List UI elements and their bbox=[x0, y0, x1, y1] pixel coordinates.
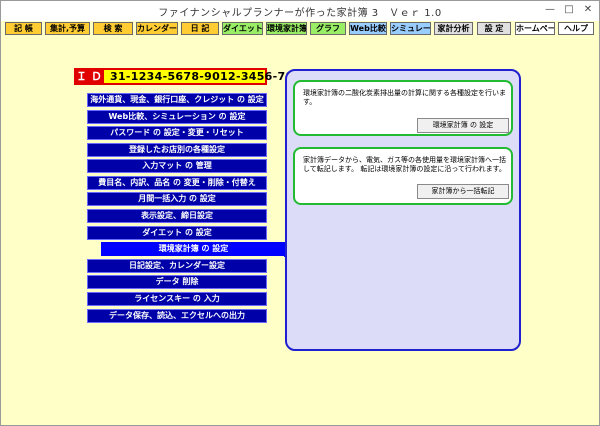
app-window: ファイナンシャルプランナーが作った家計簿 3 Ｖｅｒ 1.0 — □ ✕ 記 帳… bbox=[0, 0, 600, 426]
menu-item-currency-accounts[interactable]: 海外通貨、現金、銀行口座、クレジット の 設定 bbox=[87, 93, 267, 107]
menu-item-eco-budget[interactable]: 環境家計簿 の 設定 bbox=[101, 242, 286, 256]
tab-settings[interactable]: 設 定 bbox=[477, 22, 511, 35]
tab-search[interactable]: 検 索 bbox=[93, 22, 133, 35]
tab-summary-budget[interactable]: 集計,予算 bbox=[45, 22, 90, 35]
maximize-icon[interactable]: □ bbox=[562, 5, 576, 15]
tab-simulation[interactable]: シミュレーション bbox=[390, 22, 431, 35]
eco-settings-card: 環境家計簿の二酸化炭素排出量の計算に関する各種設定を行います。 環境家計簿 の … bbox=[293, 80, 513, 136]
tab-graph[interactable]: グラフ bbox=[310, 22, 346, 35]
menu-item-shop-settings[interactable]: 登録したお店別の各種設定 bbox=[87, 143, 267, 157]
menu-item-diet[interactable]: ダイエット の 設定 bbox=[87, 226, 267, 240]
tab-diet[interactable]: ダイエット bbox=[222, 22, 263, 35]
tab-analysis[interactable]: 家計分析 bbox=[434, 22, 473, 35]
tab-homepage[interactable]: ホームページ bbox=[515, 22, 555, 35]
title-bar: ファイナンシャルプランナーが作った家計簿 3 Ｖｅｒ 1.0 — □ ✕ bbox=[1, 1, 599, 21]
menu-item-display-closing[interactable]: 表示設定、締日設定 bbox=[87, 209, 267, 223]
menu-item-web-simulation[interactable]: Web比較、シミュレーション の 設定 bbox=[87, 110, 267, 124]
id-value: 31-1234-5678-9012-3456-7890 bbox=[110, 70, 310, 83]
tab-bar: 記 帳 集計,予算 検 索 カレンダー 日 記 ダイエット 環境家計簿 グラフ … bbox=[1, 21, 599, 37]
tab-eco-budget[interactable]: 環境家計簿 bbox=[266, 22, 307, 35]
menu-item-save-load-export[interactable]: データ保存、読込、エクセルへの出力 bbox=[87, 309, 267, 323]
minimize-icon[interactable]: — bbox=[543, 5, 557, 15]
close-icon[interactable]: ✕ bbox=[581, 5, 595, 15]
window-title: ファイナンシャルプランナーが作った家計簿 3 Ｖｅｒ 1.0 bbox=[158, 8, 442, 19]
eco-settings-description: 環境家計簿の二酸化炭素排出量の計算に関する各種設定を行います。 bbox=[303, 89, 506, 106]
id-label: ＩＤ bbox=[76, 70, 106, 83]
eco-transfer-card: 家計簿データから、電気、ガス等の各使用量を環境家計簿へ一括して転記します。 転記… bbox=[293, 147, 513, 205]
menu-item-delete-data[interactable]: データ 削除 bbox=[87, 275, 267, 289]
tab-web-compare[interactable]: Web比較 bbox=[349, 22, 387, 35]
tab-calendar[interactable]: カレンダー bbox=[136, 22, 178, 35]
menu-item-license-key[interactable]: ライセンスキー の 入力 bbox=[87, 292, 267, 306]
user-id-badge: ＩＤ 31-1234-5678-9012-3456-7890 bbox=[74, 68, 309, 85]
menu-item-input-mat[interactable]: 入力マット の 管理 bbox=[87, 159, 267, 173]
menu-item-password[interactable]: パスワード の 設定・変更・リセット bbox=[87, 126, 267, 140]
tab-diary[interactable]: 日 記 bbox=[181, 22, 219, 35]
eco-settings-button[interactable]: 環境家計簿 の 設定 bbox=[417, 118, 509, 133]
eco-transfer-button[interactable]: 家計簿から一括転記 bbox=[417, 184, 509, 199]
eco-transfer-description: 家計簿データから、電気、ガス等の各使用量を環境家計簿へ一括して転記します。 転記… bbox=[303, 156, 506, 173]
menu-item-monthly-batch[interactable]: 月間一括入力 の 設定 bbox=[87, 192, 267, 206]
tab-entry[interactable]: 記 帳 bbox=[5, 22, 42, 35]
menu-item-diary-calendar[interactable]: 日記設定、カレンダー設定 bbox=[87, 259, 267, 273]
tab-help[interactable]: ヘルプ bbox=[558, 22, 594, 35]
menu-item-categories[interactable]: 費目名、内訳、品名 の 変更・削除・付替え bbox=[87, 176, 267, 190]
